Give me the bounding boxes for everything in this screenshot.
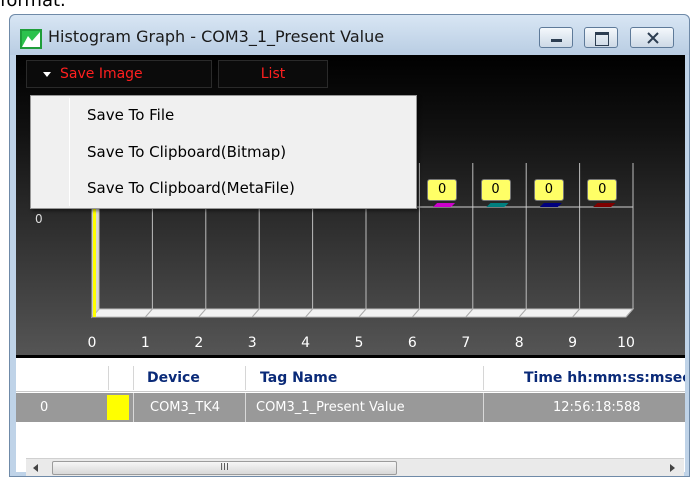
x-tick-label: 9 <box>568 335 578 351</box>
histogram-window: Histogram Graph - COM3_1_Present Value S… <box>9 14 690 477</box>
zero-bar-mark <box>593 203 616 207</box>
row-time: 12:56:18:588 <box>553 400 641 415</box>
window-title: Histogram Graph - COM3_1_Present Value <box>48 27 385 46</box>
histogram-chart: Save Image List 0 0000 0 1 2 3 4 5 6 7 8 9 10 Save… <box>16 55 685 355</box>
scroll-thumb[interactable]: III <box>52 461 397 475</box>
x-tick-label: 7 <box>461 335 471 351</box>
row-device: COM3_TK4 <box>150 400 221 415</box>
table-header: Device Tag Name Time hh:mm:ss:msec <box>16 364 685 392</box>
row-tag-name: COM3_1_Present Value <box>256 400 405 415</box>
dropdown-arrow-icon <box>43 71 51 77</box>
header-separator <box>108 366 109 390</box>
row-index: 0 <box>40 400 49 415</box>
clipped-top-text: format. <box>0 0 690 14</box>
menu-item-save-clipboard-bitmap[interactable]: Save To Clipboard(Bitmap) <box>33 137 414 167</box>
x-tick-label: 8 <box>514 335 524 351</box>
zero-bar-mark <box>433 203 456 207</box>
bar-value-label: 0 <box>480 179 511 201</box>
column-header-time[interactable]: Time hh:mm:ss:msec <box>524 364 685 392</box>
app-icon <box>20 29 42 49</box>
column-header-device[interactable]: Device <box>147 364 200 392</box>
save-image-tab[interactable]: Save Image <box>26 60 212 88</box>
menu-item-save-clipboard-metafile[interactable]: Save To Clipboard(MetaFile) <box>33 173 414 203</box>
save-image-menu: Save To File Save To Clipboard(Bitmap) S… <box>30 95 417 209</box>
cell-separator <box>483 393 484 422</box>
bar-value-label: 0 <box>533 179 564 201</box>
minimize-button[interactable] <box>539 27 573 48</box>
x-tick-label: 2 <box>194 335 204 351</box>
scroll-right-icon[interactable] <box>664 461 680 475</box>
x-tick-label: 3 <box>247 335 257 351</box>
window-client: Save Image List 0 0000 0 1 2 3 4 5 6 7 8 9 10 Save… <box>16 55 685 476</box>
close-button[interactable] <box>630 27 674 48</box>
header-separator <box>133 366 134 390</box>
x-tick-label: 5 <box>354 335 364 351</box>
table-row[interactable]: 0 COM3_TK4 COM3_1_Present Value 12:56:18… <box>16 393 685 422</box>
header-separator <box>483 366 484 390</box>
x-tick-label: 6 <box>407 335 417 351</box>
list-tab[interactable]: List <box>218 60 328 88</box>
x-tick-label: 1 <box>140 335 150 351</box>
column-header-tag-name[interactable]: Tag Name <box>260 364 337 392</box>
zero-bar-mark <box>539 203 562 207</box>
save-image-label: Save Image <box>60 66 143 82</box>
title-bar[interactable]: Histogram Graph - COM3_1_Present Value <box>10 15 689 55</box>
y-axis-zero-label: 0 <box>35 212 43 226</box>
header-separator <box>245 366 246 390</box>
bar-value-label: 0 <box>587 179 618 201</box>
horizontal-scrollbar[interactable]: III <box>26 458 684 476</box>
x-tick-label: 4 <box>301 335 311 351</box>
list-label: List <box>260 66 286 82</box>
x-tick-label: 0 <box>87 335 97 351</box>
scroll-left-icon[interactable] <box>28 461 44 475</box>
row-color-swatch <box>107 395 129 420</box>
x-tick-label: 10 <box>617 335 635 351</box>
close-icon <box>647 32 659 44</box>
bar-value-label: 0 <box>427 179 458 201</box>
maximize-button[interactable] <box>584 27 618 48</box>
cell-separator <box>245 393 246 422</box>
menu-item-save-to-file[interactable]: Save To File <box>33 100 414 130</box>
clipped-text: format. <box>0 0 66 11</box>
data-table: Device Tag Name Time hh:mm:ss:msec 0 COM… <box>16 358 685 472</box>
cell-separator <box>133 393 134 422</box>
zero-bar-mark <box>486 203 509 207</box>
